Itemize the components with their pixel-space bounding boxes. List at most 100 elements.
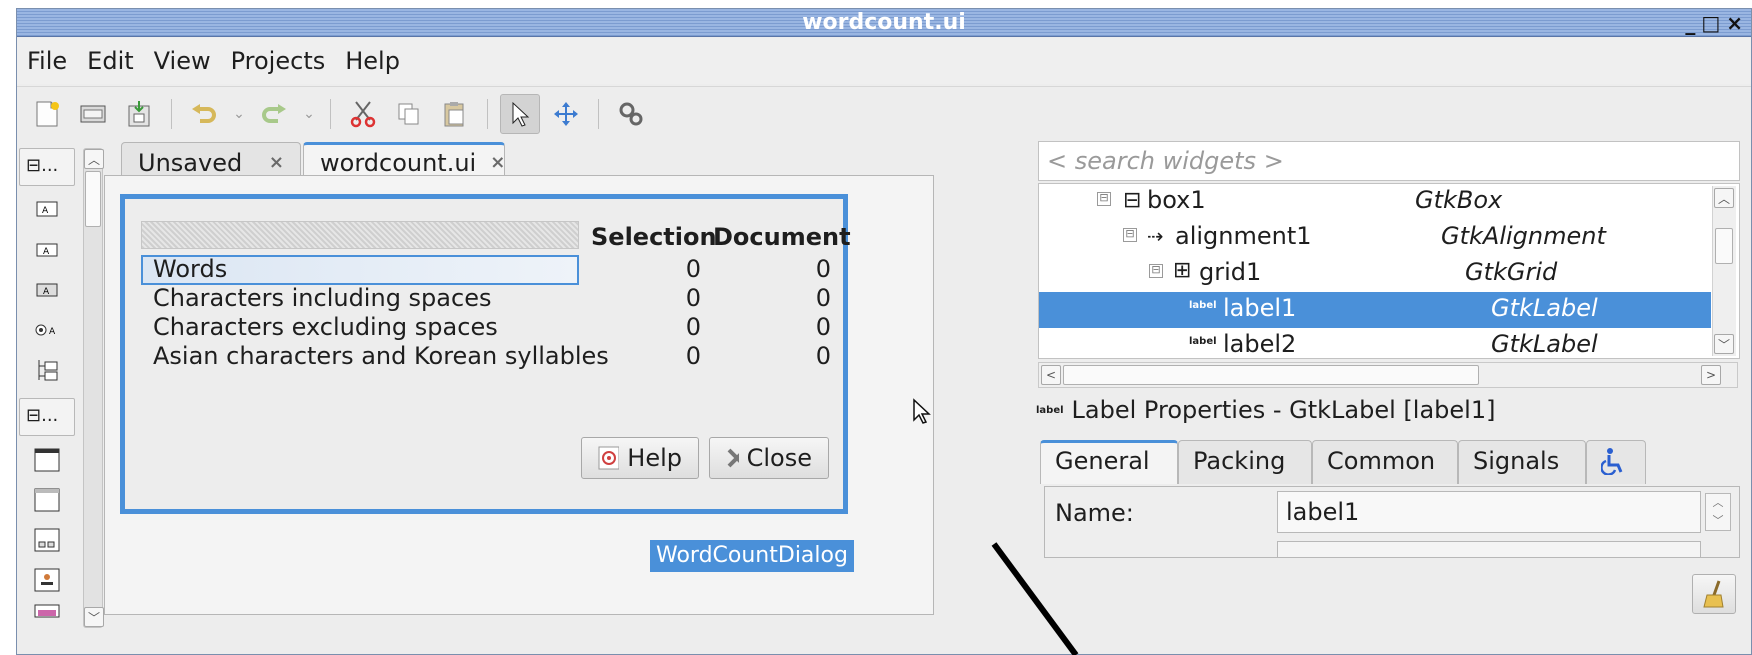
selection-value: 0 — [685, 255, 701, 283]
broom-icon — [1703, 580, 1724, 608]
toolbar: ⌄ ⌄ — [17, 86, 1751, 140]
selection-header: Selection — [591, 223, 717, 251]
selectable-field[interactable] — [1277, 541, 1701, 557]
paste-icon[interactable] — [435, 94, 475, 134]
tree-row[interactable]: ⊟ ⊟ box1 GtkBox — [1039, 184, 1711, 220]
row-label: Words — [153, 255, 228, 283]
wordcount-dialog-preview[interactable]: Selection Document Words 0 0 Characters … — [120, 194, 851, 514]
window-widget-icon[interactable] — [33, 448, 61, 472]
close-window-button[interactable]: × — [1726, 11, 1743, 35]
scroll-up-chevron-icon[interactable]: ︿ — [1714, 188, 1734, 208]
palette-scrollbar[interactable]: ︿ ﹀ — [83, 148, 104, 628]
close-button[interactable]: Close — [709, 437, 829, 479]
label-icon: label — [1036, 404, 1064, 416]
svg-text:A: A — [43, 287, 50, 297]
dialog-name-tag: WordCountDialog — [650, 540, 854, 572]
tree-widget-icon[interactable] — [33, 358, 61, 382]
document-value: 0 — [815, 342, 831, 370]
scroll-left-chevron-icon[interactable]: < — [1041, 365, 1061, 385]
message-dialog-widget-icon[interactable] — [33, 528, 61, 552]
clear-properties-button[interactable] — [1692, 574, 1736, 614]
tab-packing[interactable]: Packing — [1178, 440, 1312, 484]
copy-icon[interactable] — [389, 94, 429, 134]
help-icon — [598, 446, 620, 470]
palette-scroll-thumb[interactable] — [85, 171, 101, 227]
radio-widget-icon[interactable]: A — [33, 318, 61, 342]
tree-horizontal-scrollbar[interactable]: < > — [1038, 362, 1738, 388]
maximize-button[interactable]: □ — [1701, 11, 1720, 35]
menu-edit[interactable]: Edit — [87, 47, 133, 75]
svg-text:A: A — [43, 247, 50, 257]
tab-accessibility[interactable] — [1586, 440, 1646, 484]
scroll-down-chevron-icon[interactable]: ﹀ — [84, 607, 104, 627]
undo-dropdown-chevron-icon[interactable]: ⌄ — [230, 94, 248, 134]
scroll-down-chevron-icon[interactable]: ﹀ — [1714, 334, 1734, 354]
palette-group-header[interactable]: ⊟... — [19, 148, 75, 186]
menu-file[interactable]: File — [27, 47, 67, 75]
count-row: Characters including spaces 0 0 — [141, 282, 841, 314]
menu-projects[interactable]: Projects — [231, 47, 326, 75]
document-value: 0 — [815, 284, 831, 312]
tree-vertical-scrollbar[interactable]: ︿ ﹀ — [1712, 186, 1736, 356]
alignment-icon: ⇢ — [1147, 224, 1164, 248]
label-icon: label — [1189, 300, 1217, 311]
scroll-up-chevron-icon[interactable]: ︿ — [84, 149, 104, 169]
collapse-icon[interactable]: ⊟ — [1149, 264, 1163, 278]
grid-icon: ⊞ — [1173, 258, 1192, 283]
accessibility-icon — [1600, 448, 1623, 476]
toolbar-separator — [171, 98, 172, 129]
document-header: Document — [713, 223, 851, 251]
collapse-icon[interactable]: ⊟ — [1097, 192, 1111, 206]
color-chooser-widget-icon[interactable] — [33, 604, 61, 618]
count-row: Words 0 0 — [141, 253, 841, 285]
row-label: Characters excluding spaces — [153, 313, 498, 341]
tab-common[interactable]: Common — [1312, 440, 1458, 484]
properties-title: label Label Properties - GtkLabel [label… — [1036, 396, 1496, 424]
row-label: Asian characters and Korean syllables — [153, 342, 609, 370]
selection-value: 0 — [685, 284, 701, 312]
grid-placeholder-cell[interactable] — [141, 221, 579, 249]
redo-icon[interactable] — [254, 94, 294, 134]
redo-dropdown-chevron-icon[interactable]: ⌄ — [300, 94, 318, 134]
selection-value: 0 — [685, 313, 701, 341]
widget-search-input[interactable]: < search widgets > — [1038, 141, 1740, 181]
about-dialog-widget-icon[interactable] — [33, 568, 61, 592]
help-button[interactable]: Help — [581, 437, 699, 479]
menu-help[interactable]: Help — [345, 47, 400, 75]
tab-signals[interactable]: Signals — [1458, 440, 1586, 484]
toggle-widget-icon[interactable]: A — [33, 278, 61, 302]
drag-resize-icon[interactable] — [546, 94, 586, 134]
save-icon[interactable] — [119, 94, 159, 134]
properties-panel: Name: ︿﹀ — [1044, 486, 1740, 558]
tree-row[interactable]: label label2 GtkLabel — [1039, 328, 1711, 358]
tree-row-selected[interactable]: label label1 GtkLabel — [1039, 292, 1711, 328]
collapse-icon[interactable]: ⊟ — [1123, 228, 1137, 242]
palette-group-header[interactable]: ⊟... — [19, 398, 75, 436]
open-icon[interactable] — [73, 94, 113, 134]
label-widget-icon[interactable]: A — [33, 238, 61, 262]
name-field-spinner[interactable]: ︿ ﹀ — [1705, 493, 1731, 531]
cut-icon[interactable] — [343, 94, 383, 134]
menu-view[interactable]: View — [154, 47, 211, 75]
tab-general[interactable]: General — [1040, 440, 1178, 484]
minimize-button[interactable]: _ — [1685, 11, 1695, 35]
button-widget-icon[interactable]: A — [33, 198, 61, 222]
tree-row[interactable]: ⊟ ⊞ grid1 GtkGrid — [1039, 256, 1711, 292]
undo-icon[interactable] — [184, 94, 224, 134]
toolbar-separator — [330, 98, 331, 129]
tree-row[interactable]: ⊟ ⇢ alignment1 GtkAlignment — [1039, 220, 1711, 256]
name-field[interactable] — [1277, 491, 1701, 533]
preferences-icon[interactable] — [611, 94, 651, 134]
selection-value: 0 — [685, 342, 701, 370]
select-pointer-icon[interactable] — [500, 93, 540, 134]
properties-tabs: General Packing Common Signals — [1040, 440, 1740, 486]
new-file-icon[interactable] — [27, 94, 67, 134]
dialog-widget-icon[interactable] — [33, 488, 61, 512]
title-bar[interactable]: wordcount.ui _ □ × — [17, 9, 1751, 37]
tree-scroll-thumb[interactable] — [1715, 228, 1733, 264]
document-value: 0 — [815, 313, 831, 341]
mouse-cursor-icon — [913, 398, 931, 424]
tree-hscroll-thumb[interactable] — [1063, 365, 1479, 385]
toolbar-separator — [487, 98, 488, 129]
scroll-right-chevron-icon[interactable]: > — [1701, 365, 1721, 385]
